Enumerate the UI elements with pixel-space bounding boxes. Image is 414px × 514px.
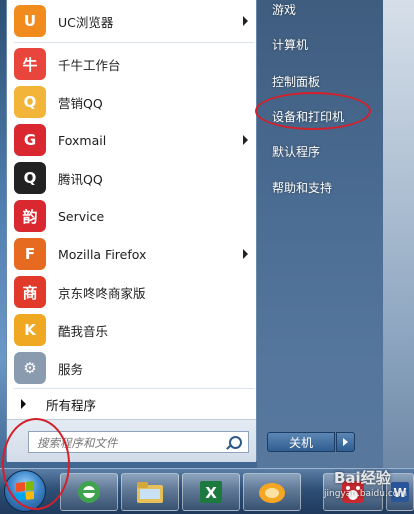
right-item-control-panel[interactable]: 控制面板 — [272, 73, 320, 90]
highlight-ellipse-devices — [255, 92, 371, 130]
shutdown-button[interactable]: 关机 — [267, 432, 335, 452]
all-programs-label: 所有程序 — [46, 397, 97, 413]
program-item[interactable]: Q 营销QQ — [7, 83, 256, 121]
kuwo-music-icon: K — [14, 314, 46, 346]
program-item[interactable]: ⚙ 服务 — [7, 349, 256, 387]
program-label: 营销QQ — [58, 95, 103, 111]
services-gear-icon: ⚙ — [14, 352, 46, 384]
program-label: 千牛工作台 — [58, 57, 121, 73]
submenu-arrow-icon[interactable] — [243, 16, 248, 26]
excel-icon: X — [200, 481, 222, 503]
program-item[interactable]: 牛千牛工作台 — [7, 45, 256, 83]
program-label: 酷我音乐 — [58, 323, 109, 339]
qianniu-icon: 牛 — [14, 48, 46, 80]
right-item-computer[interactable]: 计算机 — [272, 36, 308, 53]
taskbar-uc-browser-button[interactable] — [243, 473, 301, 511]
triangle-right-icon — [21, 399, 26, 409]
tencent-qq-icon: Q — [14, 162, 46, 194]
watermark-text: Bai经验 — [334, 469, 391, 487]
shutdown-options-button[interactable] — [336, 432, 355, 452]
taskbar-excel-button[interactable]: X — [182, 473, 240, 511]
submenu-arrow-icon[interactable] — [243, 135, 248, 145]
program-item[interactable]: Q 腾讯QQ — [7, 159, 256, 197]
highlight-ellipse-start — [2, 418, 70, 510]
uc-browser-icon: U — [14, 5, 46, 37]
program-item[interactable]: 韵 Service — [7, 197, 256, 235]
marketing-qq-icon: Q — [14, 86, 46, 118]
taskbar-ie-button[interactable] — [60, 473, 118, 511]
right-item-help-support[interactable]: 帮助和支持 — [272, 179, 332, 196]
program-label: Foxmail — [58, 132, 107, 148]
program-label: 服务 — [58, 361, 84, 377]
program-label: Mozilla Firefox — [58, 246, 147, 262]
svg-text:X: X — [205, 484, 217, 502]
jd-dongdong-icon: 商 — [14, 276, 46, 308]
search-icon[interactable] — [229, 436, 242, 449]
desktop-background — [383, 0, 414, 468]
folder-icon — [137, 482, 163, 503]
submenu-arrow-icon[interactable] — [243, 249, 248, 259]
all-programs-button[interactable]: 所有程序 — [7, 389, 256, 419]
program-item[interactable]: F Mozilla Firefox — [7, 235, 256, 273]
program-label: UC浏览器 — [58, 14, 114, 30]
service-icon: 韵 — [14, 200, 46, 232]
start-menu-programs-panel: U UC浏览器牛千牛工作台 Q 营销QQ G Foxmail Q 腾讯QQ 韵 Service F M… — [6, 0, 257, 462]
uc-browser-taskbar-icon — [259, 483, 285, 503]
program-item[interactable]: U UC浏览器 — [7, 2, 256, 40]
firefox-icon: F — [14, 238, 46, 270]
taskbar-explorer-button[interactable] — [121, 473, 179, 511]
ie-icon — [78, 481, 100, 503]
right-item-default-programs[interactable]: 默认程序 — [272, 143, 320, 160]
start-menu-right-panel: 游戏 计算机 控制面板 设备和打印机 默认程序 帮助和支持 — [257, 0, 383, 468]
program-item[interactable]: 商京东咚咚商家版 — [7, 273, 256, 311]
right-item-games[interactable]: 游戏 — [272, 1, 296, 18]
watermark-subtext: jingyan.baidu.com — [324, 489, 408, 499]
separator — [14, 42, 254, 43]
program-item[interactable]: G Foxmail — [7, 121, 256, 159]
program-label: 腾讯QQ — [58, 171, 103, 187]
program-label: 京东咚咚商家版 — [58, 285, 146, 301]
foxmail-icon: G — [14, 124, 46, 156]
program-label: Service — [58, 208, 105, 224]
program-item[interactable]: K 酷我音乐 — [7, 311, 256, 349]
